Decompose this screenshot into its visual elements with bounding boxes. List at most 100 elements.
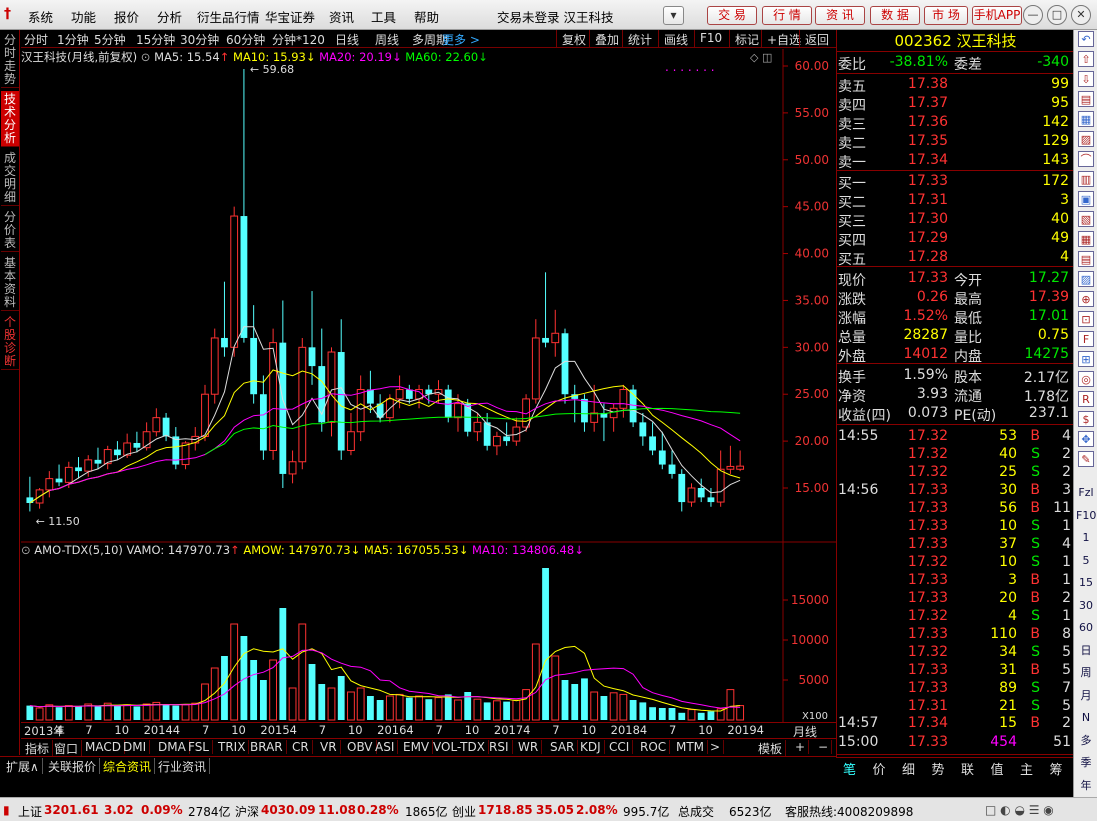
- period-shortcut[interactable]: 周: [1076, 665, 1096, 681]
- tool-icon[interactable]: ◎: [1078, 371, 1094, 387]
- tool-icon[interactable]: ⊡: [1078, 311, 1094, 327]
- indicator-tab[interactable]: MACD: [82, 740, 125, 754]
- period-shortcut[interactable]: 15: [1076, 575, 1096, 591]
- indicator-tab[interactable]: ASI: [372, 740, 399, 754]
- more-button[interactable]: 更多 >: [442, 31, 480, 48]
- indicator-tab[interactable]: CCI: [606, 740, 634, 754]
- tool-icon[interactable]: ✎: [1078, 451, 1094, 467]
- indicator-tab[interactable]: TRIX: [215, 740, 250, 754]
- restore-icon[interactable]: □: [1047, 5, 1067, 25]
- period-button[interactable]: 60分钟: [226, 31, 265, 48]
- tool-icon[interactable]: ▧: [1078, 211, 1094, 227]
- left-tab[interactable]: 技术分析: [1, 91, 19, 147]
- toolbar-button[interactable]: 复权: [556, 30, 591, 48]
- menu-item[interactable]: 资讯: [329, 7, 354, 26]
- top-button[interactable]: 数 据: [870, 6, 920, 25]
- tool-icon[interactable]: ▦: [1078, 111, 1094, 127]
- period-shortcut[interactable]: N: [1076, 710, 1096, 726]
- top-button[interactable]: 交 易: [707, 6, 757, 25]
- left-tab[interactable]: 分价表: [1, 209, 19, 252]
- left-tab[interactable]: 成交明细: [1, 150, 19, 206]
- menu-item[interactable]: 工具: [371, 7, 396, 26]
- tool-icon[interactable]: ▤: [1078, 91, 1094, 107]
- menu-item[interactable]: 帮助: [414, 7, 439, 26]
- indicator-tab[interactable]: VOL-TDX: [430, 740, 489, 754]
- tool-icon[interactable]: F: [1078, 331, 1094, 347]
- indicator-tab[interactable]: BRAR: [247, 740, 287, 754]
- period-shortcut[interactable]: 月: [1076, 688, 1096, 704]
- toolbar-button[interactable]: 叠加: [589, 30, 624, 48]
- tool-icon[interactable]: ⊕: [1078, 291, 1094, 307]
- dropdown-button[interactable]: ▾: [663, 6, 684, 25]
- quote-tab[interactable]: 势: [932, 759, 945, 778]
- period-button[interactable]: 周线: [375, 31, 399, 48]
- tool-icon[interactable]: ⌒: [1078, 151, 1094, 167]
- period-shortcut[interactable]: 季: [1076, 755, 1096, 771]
- period-button[interactable]: 5分钟: [94, 31, 126, 48]
- indicator-tab[interactable]: RSI: [486, 740, 513, 754]
- left-tab[interactable]: 个股诊断: [1, 314, 19, 370]
- tool-icon[interactable]: ▨: [1078, 131, 1094, 147]
- period-button[interactable]: 日线: [335, 31, 359, 48]
- tool-icon[interactable]: ↶: [1078, 31, 1094, 47]
- indicator-tab[interactable]: CR: [289, 740, 313, 754]
- tool-icon[interactable]: ▣: [1078, 191, 1094, 207]
- period-shortcut[interactable]: 60: [1076, 620, 1096, 636]
- template-button[interactable]: −: [815, 740, 833, 754]
- top-button[interactable]: 手机APP: [972, 6, 1022, 25]
- period-button[interactable]: 分钟*120: [272, 31, 325, 48]
- indicator-tab[interactable]: EMV: [400, 740, 434, 754]
- tool-icon[interactable]: ⇩: [1078, 71, 1094, 87]
- indicator-tab[interactable]: KDJ: [577, 740, 605, 754]
- quote-tab[interactable]: 值: [991, 759, 1004, 778]
- toolbar-button[interactable]: 统计: [622, 30, 657, 48]
- menu-item[interactable]: 华宝证券: [265, 7, 315, 26]
- indicator-tab[interactable]: >: [707, 740, 725, 754]
- toolbar-button[interactable]: 标记: [729, 30, 764, 48]
- menu-item[interactable]: 报价: [114, 7, 139, 26]
- tool-icon[interactable]: ▤: [1078, 251, 1094, 267]
- tool-icon[interactable]: ✥: [1078, 431, 1094, 447]
- quote-tab[interactable]: 笔: [843, 759, 856, 778]
- tool-icon[interactable]: ▦: [1078, 231, 1094, 247]
- info-tab[interactable]: 扩展∧: [3, 758, 43, 775]
- left-tab[interactable]: 基本资料: [1, 255, 19, 311]
- info-tab[interactable]: 综合资讯: [100, 758, 156, 775]
- indicator-tab[interactable]: MTM: [673, 740, 709, 754]
- tool-icon[interactable]: ▨: [1078, 271, 1094, 287]
- period-shortcut[interactable]: Fzl: [1076, 485, 1096, 501]
- quote-tab[interactable]: 筹: [1050, 759, 1063, 778]
- period-button[interactable]: 30分钟: [180, 31, 219, 48]
- indicator-tab[interactable]: WR: [515, 740, 543, 754]
- tool-icon[interactable]: ⊞: [1078, 351, 1094, 367]
- toolbar-button[interactable]: 返回: [799, 30, 834, 48]
- top-button[interactable]: 资 讯: [815, 6, 865, 25]
- period-shortcut[interactable]: 多: [1076, 733, 1096, 749]
- period-button[interactable]: 1分钟: [57, 31, 89, 48]
- indicator-tab[interactable]: FSL: [185, 740, 213, 754]
- period-shortcut[interactable]: 30: [1076, 598, 1096, 614]
- period-shortcut[interactable]: 5: [1076, 553, 1096, 569]
- quote-tab[interactable]: 价: [873, 759, 886, 778]
- top-button[interactable]: 行 情: [762, 6, 812, 25]
- indicator-tab[interactable]: 指标: [22, 740, 54, 757]
- status-tray-icons[interactable]: □ ◐ ◒ ☰ ◉: [985, 803, 1054, 817]
- kline-chart[interactable]: 60.00 55.00 50.00 45.00 40.00 35.00 30.00 25.00…: [21, 49, 836, 722]
- period-shortcut[interactable]: F10: [1076, 508, 1096, 524]
- indicator-tab[interactable]: DMI: [120, 740, 151, 754]
- close-icon[interactable]: ✕: [1071, 5, 1091, 25]
- period-shortcut[interactable]: 1: [1076, 530, 1096, 546]
- tool-icon[interactable]: ⇧: [1078, 51, 1094, 67]
- period-shortcut[interactable]: 年: [1076, 778, 1096, 794]
- tool-icon[interactable]: $: [1078, 411, 1094, 427]
- info-tab[interactable]: 行业资讯: [155, 758, 211, 775]
- quote-tab[interactable]: 细: [902, 759, 915, 778]
- period-button[interactable]: 分时: [24, 31, 48, 48]
- period-shortcut[interactable]: 日: [1076, 643, 1096, 659]
- period-button[interactable]: 15分钟: [136, 31, 175, 48]
- menu-item[interactable]: 分析: [157, 7, 182, 26]
- tool-icon[interactable]: R: [1078, 391, 1094, 407]
- menu-item[interactable]: 功能: [71, 7, 96, 26]
- top-button[interactable]: 市 场: [924, 6, 968, 25]
- indicator-tab[interactable]: VR: [317, 740, 341, 754]
